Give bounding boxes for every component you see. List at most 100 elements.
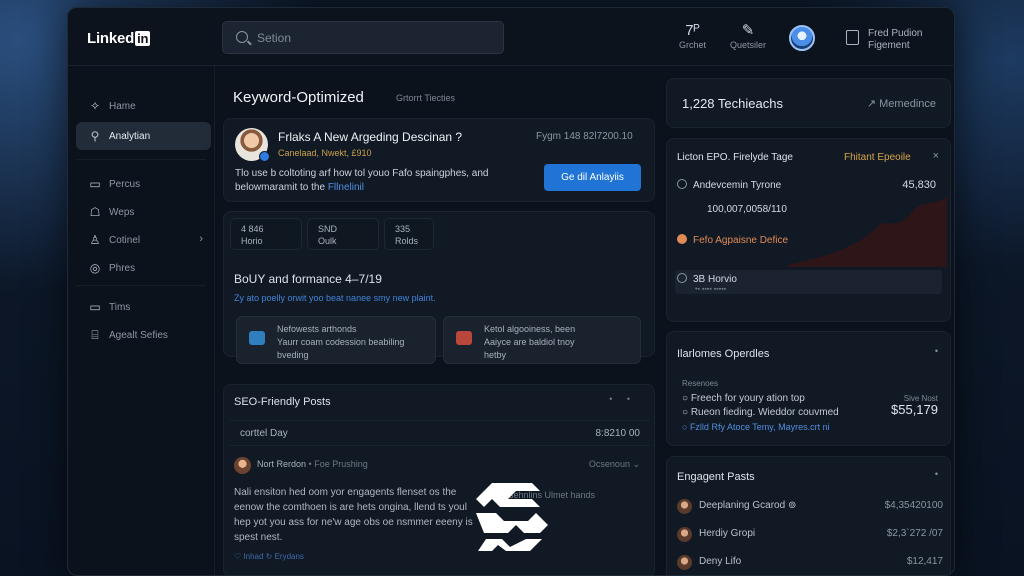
lead-card: Licton EPO. Firelyde Tage Fhitant Epeoil…	[666, 138, 951, 322]
featured-post-card: Frlaks A New Argeding Descinan ? Canelaa…	[223, 118, 655, 202]
lead-title: Licton EPO. Firelyde Tage	[677, 152, 793, 163]
schedule-time: 8:8210 00	[595, 428, 641, 439]
engaged-posts-card: Engagent Pasts • Deeplaning Gcarod ⊚ $4,…	[666, 456, 951, 575]
right-panel: 1,228 Techieachs ↗ Memedince Licton EPO.…	[664, 66, 954, 575]
linkedin-logo[interactable]: Linked in	[87, 30, 151, 47]
network-icon: 7ᴾ	[685, 22, 700, 39]
pen-icon: ✎	[741, 22, 755, 39]
sidebar-item-home[interactable]: ✧ Hame	[76, 92, 211, 120]
summary-trend[interactable]: ↗ Memedince	[867, 97, 936, 110]
list-item[interactable]: ○ Freech for youry ation top	[682, 392, 839, 406]
sidebar-item-tims[interactable]: ▭ Tims	[76, 293, 211, 321]
sparkle-icon: ✧	[89, 99, 101, 113]
lead-row[interactable]: Fefo Agpaisne Defice	[677, 234, 788, 246]
post-link[interactable]: Fllnelinil	[328, 182, 364, 193]
page-title: Keyword-Optimized	[233, 89, 364, 106]
document-icon	[846, 30, 859, 45]
get-analysis-button[interactable]: Ge dil Anlayiis	[544, 164, 641, 191]
sidebar-divider	[76, 159, 206, 160]
search-icon	[236, 31, 248, 43]
avatar	[677, 499, 692, 514]
lead-row-value: 100,007,0058/110	[707, 204, 787, 215]
avatar	[677, 555, 692, 570]
trend-up-icon: ↗	[866, 98, 880, 110]
grid-icon: ⌸	[91, 328, 99, 342]
sidebar-item-weps[interactable]: ☖ Weps	[76, 198, 211, 226]
tools-icon	[456, 331, 472, 345]
seo-title: SEO-Friendly Posts	[234, 396, 331, 408]
schedule-label: corttel Day	[240, 428, 288, 439]
lead-row-sub: •▪ ▪▪▪▪ ▪▪▪▪▪	[695, 286, 727, 293]
briefcase-icon: ☖	[89, 205, 101, 219]
verified-icon	[259, 151, 270, 162]
close-icon[interactable]: ×	[933, 150, 939, 162]
performance-card: 4 846 Horio SND Oulk 335 Rolds BoUY and for…	[223, 211, 655, 364]
summary-count: 1,228 Techieachs	[682, 96, 783, 111]
stat-box[interactable]: SND Oulk	[307, 218, 379, 250]
post-actions[interactable]: ♡ Inhad ↻ Erydans	[234, 552, 304, 561]
schedule-row[interactable]: corttel Day 8:8210 00	[230, 420, 650, 446]
opportunities-title: Ilarlomes Operdles	[677, 348, 770, 360]
seo-posts-card: SEO-Friendly Posts • • corttel Day 8:821…	[223, 384, 655, 575]
more-options-icon[interactable]: •	[935, 346, 938, 356]
list-item[interactable]: Herdiy Gropi $2,3`272 /07	[677, 525, 947, 545]
sidebar-item-agealt-sefies[interactable]: ⌸ Agealt Sefies	[76, 321, 211, 349]
post-subline: Canelaad, Nwekt, £910	[278, 148, 372, 158]
list-item[interactable]: Deeplaning Gcarod ⊚ $4,35420100	[677, 497, 947, 517]
lead-value: 45,830	[902, 179, 936, 191]
page-subtitle: Grtorrt Tiecties	[396, 93, 456, 103]
profile-avatar[interactable]	[789, 25, 815, 51]
analytics-icon: ⚲	[90, 129, 100, 143]
lead-row[interactable]: Andevcemin Tyrone	[677, 179, 781, 191]
stat-box[interactable]: 4 846 Horio	[230, 218, 302, 250]
chart-icon	[249, 331, 265, 345]
status-icon	[677, 234, 687, 244]
opportunities-total: Sive Nost $55,179	[891, 394, 938, 417]
post-body: Nali ensiton hed oom yor engagents flens…	[234, 487, 473, 543]
post-body: Tlo use b coltoting arf how tol youo Faf…	[235, 168, 489, 193]
top-bar: Linked in Setion 7ᴾ Grchet ✎ Quetsiler Fr…	[68, 8, 954, 66]
engaged-title: Engagent Pasts	[677, 471, 755, 483]
radio-icon	[677, 179, 687, 189]
sidebar-divider	[76, 285, 206, 286]
sidebar-item-phres[interactable]: ◎ Phres	[76, 254, 211, 282]
summary-card: 1,228 Techieachs ↗ Memedince	[666, 78, 951, 128]
area-sparkline	[787, 197, 947, 267]
sidebar-item-cotinel[interactable]: ♙ Cotinel ›	[76, 226, 211, 254]
list-item[interactable]: ○ Rueon fieding. Wieddor couvmed	[682, 406, 839, 420]
opportunities-label: Resenoes	[682, 379, 719, 388]
insight-card[interactable]: Nefowests arthonds Yaurr coam codession …	[236, 316, 436, 364]
post-headline: Frlaks A New Argeding Descinan ?	[278, 130, 463, 144]
opportunities-card: Ilarlomes Operdles • Resenoes ○ Freech f…	[666, 331, 951, 446]
reply-dropdown[interactable]: Ocsenoun ⌄	[589, 459, 640, 470]
watermark-logo	[476, 483, 548, 551]
stat-box[interactable]: 335 Rolds	[384, 218, 434, 250]
nav-write[interactable]: ✎ Quetsiler	[730, 22, 766, 50]
main-panel: Keyword-Optimized Grtorrt Tiecties Frlak…	[218, 66, 658, 575]
avatar	[677, 527, 692, 542]
sidebar: ✧ Hame ⚲ Analytian ▭ Percus ☖ Weps ♙ Cot…	[68, 66, 215, 575]
list-item[interactable]: Deny Lifo $12,417	[677, 553, 947, 573]
chevron-right-icon: ›	[199, 233, 203, 245]
person-icon: ♙	[89, 233, 101, 247]
post-meta: Fygm 148 82l7200.10	[536, 131, 633, 142]
author-avatar	[235, 128, 270, 162]
window-icon: ▭	[89, 300, 101, 314]
lead-row[interactable]: 3B Horvio	[677, 273, 737, 285]
profile-menu[interactable]: Fred Pudion Figement	[846, 28, 922, 52]
target-icon: ◎	[89, 261, 101, 275]
insight-card[interactable]: Ketol algooiness, been Aaiyce are baldio…	[443, 316, 641, 364]
more-options-icon[interactable]: • •	[609, 394, 636, 404]
author-avatar	[234, 457, 251, 474]
search-input[interactable]: Setion	[222, 21, 504, 54]
opportunities-list: ○ Freech for youry ation top ○ Rueon fie…	[682, 392, 839, 434]
more-options-icon[interactable]: •	[935, 469, 938, 479]
sidebar-item-percus[interactable]: ▭ Percus	[76, 170, 211, 198]
post-author[interactable]: Nort Rerdon • Foe Prushing	[257, 459, 368, 469]
performance-title: BoUY and formance 4–7/19	[234, 272, 382, 286]
sidebar-item-analytics[interactable]: ⚲ Analytian	[76, 122, 211, 150]
performance-link[interactable]: Zy ato poelly orwit yoo beat nanee smy n…	[234, 293, 436, 303]
list-item[interactable]: ○ Fzlld Rfy Atoce Temy, Mayres.crt ni	[682, 420, 839, 434]
nav-network[interactable]: 7ᴾ Grchet	[679, 22, 706, 50]
lead-tag: Fhitant Epeoile	[844, 152, 911, 163]
